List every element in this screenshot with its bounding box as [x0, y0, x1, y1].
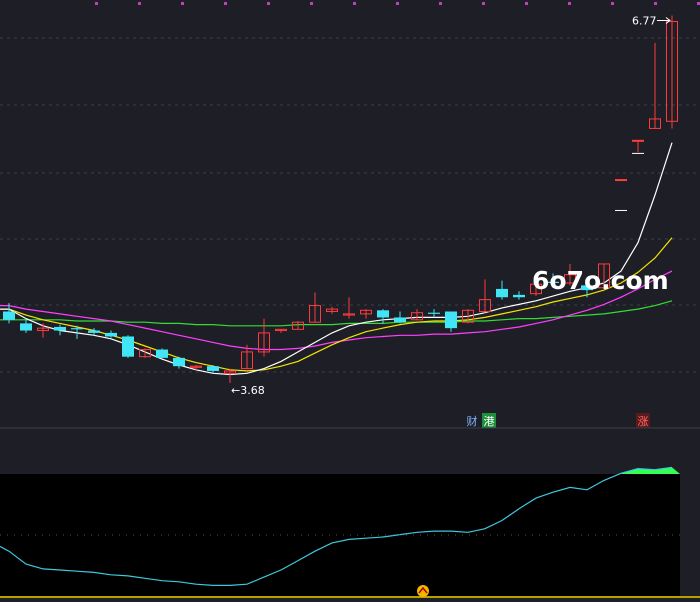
candle — [156, 348, 168, 360]
badge: 财 — [465, 413, 479, 428]
top-marker-dot — [353, 2, 356, 5]
candle — [615, 179, 627, 182]
candle-body — [105, 332, 117, 337]
badge: 港 — [482, 413, 496, 428]
top-marker-dot — [525, 2, 528, 5]
candle-body — [513, 294, 525, 298]
candle-body — [394, 317, 406, 323]
candle-body — [122, 336, 134, 357]
candle — [122, 335, 134, 358]
candle-body — [428, 312, 440, 314]
max-price-label: 6.77 — [632, 15, 657, 28]
badge-text: 涨 — [638, 415, 649, 428]
top-marker-dot — [396, 2, 399, 5]
top-marker-dot — [267, 2, 270, 5]
top-marker-dot — [611, 2, 614, 5]
top-marker-dot — [310, 2, 313, 5]
indicator-background — [0, 474, 680, 596]
candle-body — [71, 328, 83, 330]
candle-body — [54, 326, 66, 331]
top-marker-dot — [95, 2, 98, 5]
candle-body — [615, 179, 627, 182]
top-marker-dot — [181, 2, 184, 5]
candle-body — [377, 310, 389, 318]
top-marker-dot — [439, 2, 442, 5]
candle-body — [496, 288, 508, 298]
candle-body — [632, 139, 644, 142]
stock-chart: 6.77 ←3.68 6o7o.com 财港 涨 — [0, 0, 700, 602]
signal-marker — [417, 585, 429, 597]
min-price-label: ←3.68 — [231, 384, 265, 397]
candle-body — [156, 349, 168, 358]
candle-body — [88, 330, 100, 333]
candle-body — [207, 366, 219, 371]
top-marker-dot — [482, 2, 485, 5]
candle-body — [20, 323, 32, 331]
top-marker-dot — [224, 2, 227, 5]
badge: 涨 — [636, 413, 650, 428]
indicator-panel — [0, 466, 700, 598]
candle-body — [173, 357, 185, 367]
candle-body — [3, 311, 15, 320]
badge-text: 财 — [467, 414, 478, 428]
top-marker-dot — [568, 2, 571, 5]
top-marker-dot — [138, 2, 141, 5]
candle-body — [445, 311, 457, 329]
badge-text: 港 — [484, 415, 495, 428]
top-marker-dot — [654, 2, 657, 5]
watermark-text: 6o7o.com — [532, 266, 669, 295]
